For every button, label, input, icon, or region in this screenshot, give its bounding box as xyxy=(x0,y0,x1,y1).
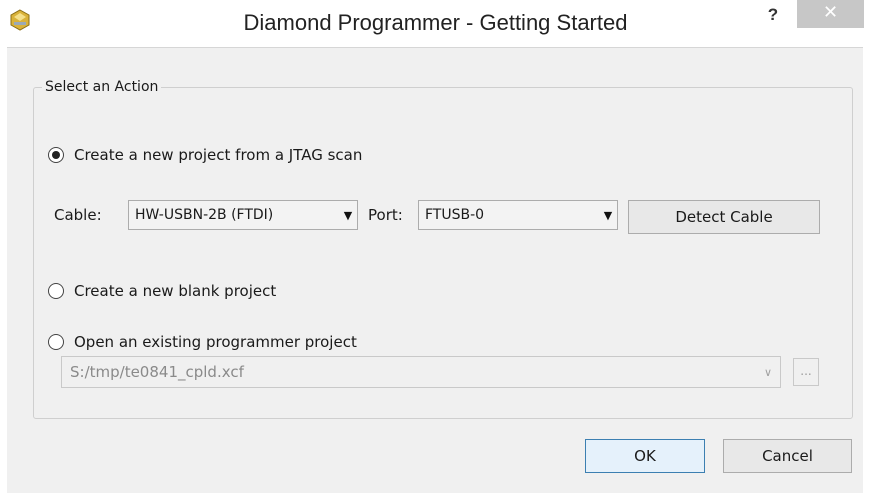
browse-button: ... xyxy=(793,358,819,386)
blank-project-label: Create a new blank project xyxy=(74,282,277,300)
chevron-down-icon: ▼ xyxy=(603,208,613,222)
detect-cable-button[interactable]: Detect Cable xyxy=(628,200,820,234)
chevron-down-icon: ∨ xyxy=(763,365,773,379)
existing-project-path-select: S:/tmp/te0841_cpld.xcf ∨ xyxy=(61,356,781,388)
cable-select[interactable]: HW-USBN-2B (FTDI) ▼ xyxy=(128,200,358,230)
cancel-button[interactable]: Cancel xyxy=(723,439,852,473)
group-legend: Select an Action xyxy=(45,79,159,95)
port-select[interactable]: FTUSB-0 ▼ xyxy=(418,200,618,230)
open-existing-radio[interactable] xyxy=(48,334,64,350)
existing-project-path: S:/tmp/te0841_cpld.xcf xyxy=(70,363,244,381)
window-title: Diamond Programmer - Getting Started xyxy=(243,10,628,35)
jtag-scan-radio[interactable] xyxy=(48,147,64,163)
help-button[interactable]: ? xyxy=(762,3,784,31)
dialog-content: Select an Action Create a new project fr… xyxy=(7,47,863,493)
port-label: Port: xyxy=(368,206,403,224)
title-bar: Diamond Programmer - Getting Started ? ✕ xyxy=(0,0,871,47)
open-existing-label: Open an existing programmer project xyxy=(74,333,357,351)
close-button[interactable]: ✕ xyxy=(797,0,864,28)
option-blank-project[interactable]: Create a new blank project xyxy=(48,282,276,300)
ok-button[interactable]: OK xyxy=(585,439,705,473)
cable-label: Cable: xyxy=(54,206,102,224)
option-open-existing[interactable]: Open an existing programmer project xyxy=(48,333,357,351)
blank-project-radio[interactable] xyxy=(48,283,64,299)
close-icon: ✕ xyxy=(822,2,839,23)
chevron-down-icon: ▼ xyxy=(343,208,353,222)
port-value: FTUSB-0 xyxy=(425,207,485,223)
option-jtag-scan[interactable]: Create a new project from a JTAG scan xyxy=(48,146,362,164)
jtag-scan-label: Create a new project from a JTAG scan xyxy=(74,146,363,164)
cable-value: HW-USBN-2B (FTDI) xyxy=(135,207,274,223)
